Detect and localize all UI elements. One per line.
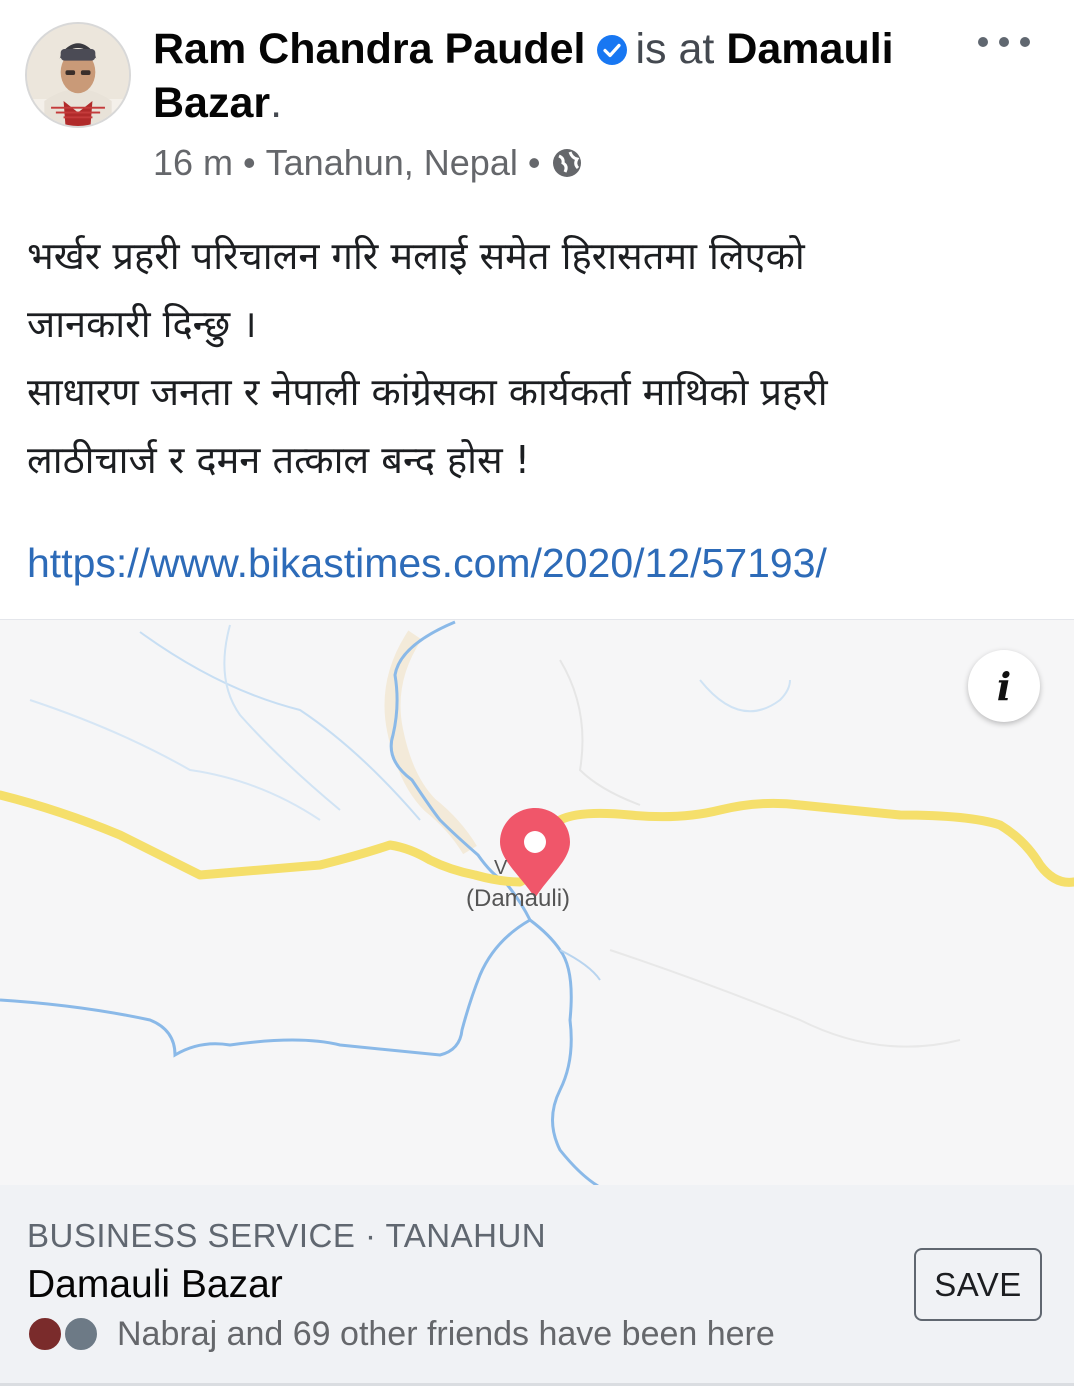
- friends-visited: Nabraj and 69 other friends have been he…: [27, 1312, 775, 1356]
- meta-separator: •: [243, 142, 256, 183]
- globe-icon[interactable]: [550, 146, 584, 180]
- friends-visited-text[interactable]: Nabraj and 69 other friends have been he…: [117, 1315, 775, 1354]
- verified-badge-icon: [596, 25, 628, 65]
- post-header: Ram Chandra Paudel is at Damauli Bazar. 1…: [0, 0, 1074, 200]
- post-time[interactable]: 16 m: [153, 142, 233, 184]
- map-label: (Damauli): [466, 885, 571, 912]
- friend-avatars: [27, 1314, 109, 1354]
- meta-separator: •: [527, 142, 541, 183]
- map-label-short: V: [494, 857, 508, 879]
- place-name[interactable]: Damauli Bazar: [27, 1263, 283, 1307]
- info-icon: i: [996, 663, 1012, 709]
- more-dot-icon: [999, 37, 1009, 47]
- post-title: Ram Chandra Paudel is at Damauli Bazar.: [153, 22, 953, 130]
- author-name[interactable]: Ram Chandra Paudel: [153, 25, 586, 73]
- more-dot-icon: [1020, 37, 1030, 47]
- post-location[interactable]: Tanahun, Nepal: [266, 142, 518, 184]
- is-at-text: is at: [635, 25, 715, 73]
- title-period: .: [270, 79, 283, 127]
- location-map[interactable]: V (Damauli) i: [0, 619, 1074, 1185]
- post-text-line: लाठीचार्ज र दमन तत्काल बन्द होस !: [27, 438, 530, 482]
- map-info-button[interactable]: i: [968, 650, 1040, 722]
- post-body: भर्खर प्रहरी परिचालन गरि मलाई समेत हिरास…: [27, 222, 1047, 494]
- post-text-line: भर्खर प्रहरी परिचालन गरि मलाई समेत हिरास…: [27, 234, 805, 278]
- more-options-button[interactable]: [978, 24, 1030, 60]
- save-button[interactable]: SAVE: [914, 1248, 1042, 1321]
- post-meta: 16 m • Tanahun, Nepal •: [153, 140, 584, 186]
- post-text-line: साधारण जनता र नेपाली कांग्रेसका कार्यकर्…: [27, 370, 828, 414]
- post-text-line: जानकारी दिन्छु ।: [27, 302, 257, 346]
- author-avatar[interactable]: [25, 22, 131, 128]
- more-dot-icon: [978, 37, 988, 47]
- article-link[interactable]: https://www.bikastimes.com/2020/12/57193…: [27, 540, 827, 587]
- friend-avatar: [27, 1316, 63, 1352]
- friend-avatar: [63, 1316, 99, 1352]
- place-card[interactable]: BUSINESS SERVICE · TANAHUN Damauli Bazar…: [0, 1185, 1074, 1386]
- place-category: BUSINESS SERVICE · TANAHUN: [27, 1217, 547, 1254]
